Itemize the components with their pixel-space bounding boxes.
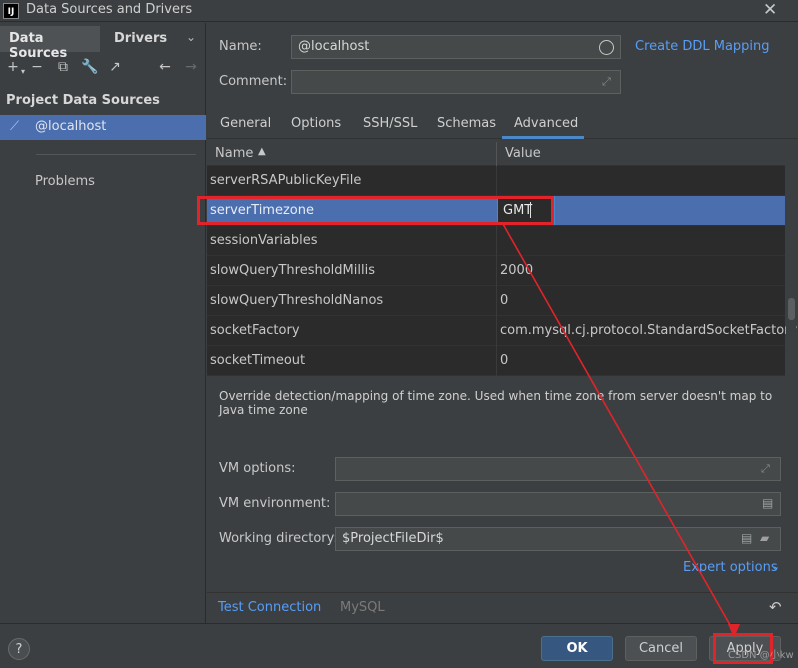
- annotation-arrow: [502, 223, 740, 638]
